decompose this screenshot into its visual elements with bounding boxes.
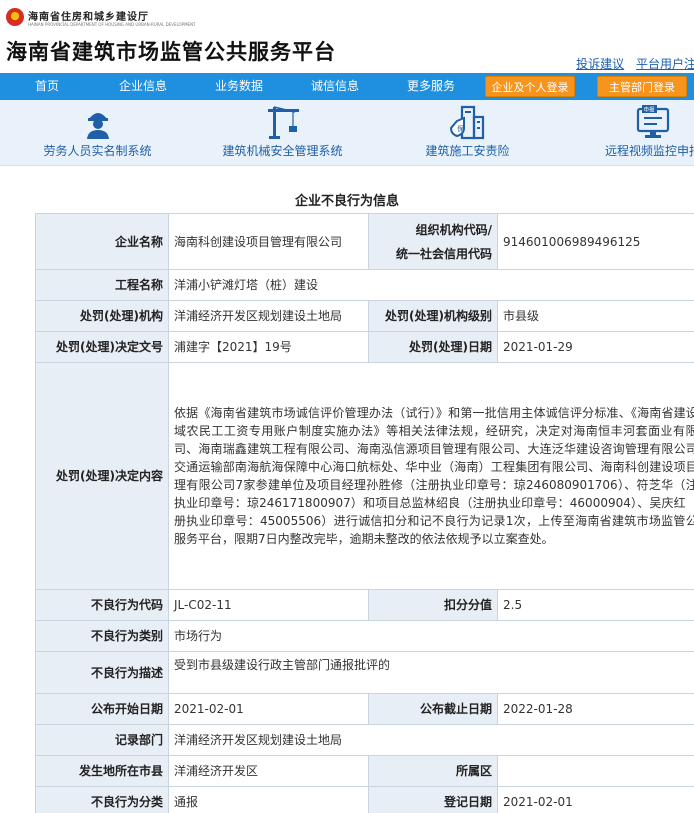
- system-label: 远程视频监控申报: [604, 144, 694, 158]
- complaint-link[interactable]: 投诉建议: [576, 57, 624, 71]
- table-row: 处罚(处理)决定文号 浦建字【2021】19号 处罚(处理)日期 2021-01…: [35, 331, 694, 363]
- top-links: 投诉建议 平台用户注: [568, 55, 694, 72]
- svg-text:保: 保: [457, 124, 464, 133]
- company-login-button[interactable]: 企业及个人登录: [485, 76, 575, 97]
- agency-level-label: 处罚(处理)机构级别: [368, 300, 498, 332]
- agency-label: 处罚(处理)机构: [35, 300, 169, 332]
- org-code: 914601006989496125: [497, 213, 694, 270]
- table-row: 不良行为分类 通报 登记日期 2021-02-01: [35, 786, 694, 813]
- decision-date: 2021-01-29: [497, 331, 694, 363]
- behavior-desc-label: 不良行为描述: [35, 651, 169, 694]
- company-name-label: 企业名称: [35, 213, 169, 270]
- system-label: 劳务人员实名制系统: [43, 144, 152, 158]
- emblem-icon: [6, 8, 24, 26]
- org-code-label-line2: 统一社会信用代码: [395, 246, 492, 261]
- tower-crane-icon: [267, 106, 299, 139]
- monitor-icon: 申报: [636, 105, 670, 138]
- record-dept-label: 记录部门: [35, 724, 169, 756]
- system-link-insurance[interactable]: 保 建筑施工安责险: [410, 100, 525, 166]
- doc-no: 浦建字【2021】19号: [168, 331, 369, 363]
- score: 2.5: [497, 589, 694, 621]
- publish-end-label: 公布截止日期: [368, 693, 498, 725]
- insurance-building-icon: 保: [449, 105, 484, 140]
- publish-start-label: 公布开始日期: [35, 693, 169, 725]
- worker-icon: [86, 113, 109, 139]
- system-links: 劳务人员实名制系统 建筑机械安全管理系统 保 建筑施工安责险 申报 远程视频监控…: [0, 100, 694, 166]
- district-label: 所属区: [368, 755, 498, 787]
- project-name: 洋浦小铲滩灯塔（桩）建设: [168, 269, 694, 301]
- department-name: 海南省住房和城乡建设厅: [28, 12, 149, 23]
- register-date: 2021-02-01: [497, 786, 694, 813]
- publish-end: 2022-01-28: [497, 693, 694, 725]
- behavior-code: JL-C02-11: [168, 589, 369, 621]
- behavior-type-label: 不良行为类别: [35, 620, 169, 652]
- location-label: 发生地所在市县: [35, 755, 169, 787]
- org-code-label-line1: 组织机构代码/: [415, 222, 492, 237]
- system-link-video[interactable]: 申报 远程视频监控申报: [598, 100, 694, 166]
- behavior-type: 市场行为: [168, 620, 694, 652]
- nav-item-more-services[interactable]: 更多服务: [384, 73, 478, 100]
- decision-content: 依据《海南省建筑市场诚信评价管理办法（试行）》和第一批信用主体诚信评分标准、《海…: [168, 362, 694, 590]
- project-label: 工程名称: [35, 269, 169, 301]
- publish-start: 2021-02-01: [168, 693, 369, 725]
- nav-item-company-info[interactable]: 企业信息: [96, 73, 190, 100]
- main-nav: 首页 企业信息 业务数据 诚信信息 更多服务 企业及个人登录 主管部门登录: [0, 73, 694, 100]
- table-row: 工程名称 洋浦小铲滩灯塔（桩）建设: [35, 269, 694, 301]
- org-code-label: 组织机构代码/ 统一社会信用代码: [368, 213, 498, 270]
- table-row: 记录部门 洋浦经济开发区规划建设土地局: [35, 724, 694, 756]
- location: 洋浦经济开发区: [168, 755, 369, 787]
- record-dept: 洋浦经济开发区规划建设土地局: [168, 724, 694, 756]
- nav-item-credit-info[interactable]: 诚信信息: [288, 73, 382, 100]
- table-row: 不良行为描述 受到市县级建设行政主管部门通报批评的: [35, 651, 694, 694]
- category: 通报: [168, 786, 369, 813]
- site-title: 海南省建筑市场监管公共服务平台: [6, 40, 336, 64]
- system-label: 建筑机械安全管理系统: [222, 144, 343, 158]
- behavior-code-label: 不良行为代码: [35, 589, 169, 621]
- nav-item-home[interactable]: 首页: [0, 73, 94, 100]
- bad-behavior-table: 企业名称 海南科创建设项目管理有限公司 组织机构代码/ 统一社会信用代码 914…: [35, 213, 694, 813]
- system-label: 建筑施工安责险: [425, 144, 510, 158]
- table-row: 不良行为代码 JL-C02-11 扣分分值 2.5: [35, 589, 694, 621]
- table-row: 企业名称 海南科创建设项目管理有限公司 组织机构代码/ 统一社会信用代码 914…: [35, 213, 694, 270]
- nav-item-business-data[interactable]: 业务数据: [192, 73, 286, 100]
- authority-login-button[interactable]: 主管部门登录: [597, 76, 687, 97]
- table-row: 处罚(处理)决定内容 依据《海南省建筑市场诚信评价管理办法（试行）》和第一批信用…: [35, 362, 694, 590]
- table-row: 发生地所在市县 洋浦经济开发区 所属区: [35, 755, 694, 787]
- register-link[interactable]: 平台用户注: [636, 57, 694, 71]
- table-row: 处罚(处理)机构 洋浦经济开发区规划建设土地局 处罚(处理)机构级别 市县级: [35, 300, 694, 332]
- system-link-labor[interactable]: 劳务人员实名制系统: [35, 100, 160, 166]
- score-label: 扣分分值: [368, 589, 498, 621]
- page-title: 企业不良行为信息: [294, 194, 399, 209]
- svg-text:申报: 申报: [644, 106, 656, 114]
- table-row: 不良行为类别 市场行为: [35, 620, 694, 652]
- register-date-label: 登记日期: [368, 786, 498, 813]
- site-header: 海南省住房和城乡建设厅 HAINAN PROVINCIAL DEPARTMENT…: [0, 0, 694, 73]
- category-label: 不良行为分类: [35, 786, 169, 813]
- agency: 洋浦经济开发区规划建设土地局: [168, 300, 369, 332]
- table-row: 公布开始日期 2021-02-01 公布截止日期 2022-01-28: [35, 693, 694, 725]
- decision-date-label: 处罚(处理)日期: [368, 331, 498, 363]
- doc-no-label: 处罚(处理)决定文号: [35, 331, 169, 363]
- department-name-en: HAINAN PROVINCIAL DEPARTMENT OF HOUSING …: [28, 22, 196, 27]
- agency-level: 市县级: [497, 300, 694, 332]
- company-name: 海南科创建设项目管理有限公司: [168, 213, 369, 270]
- district: [497, 755, 694, 787]
- behavior-desc: 受到市县级建设行政主管部门通报批评的: [168, 651, 694, 694]
- content-label: 处罚(处理)决定内容: [35, 362, 169, 590]
- system-link-machinery[interactable]: 建筑机械安全管理系统: [215, 100, 350, 166]
